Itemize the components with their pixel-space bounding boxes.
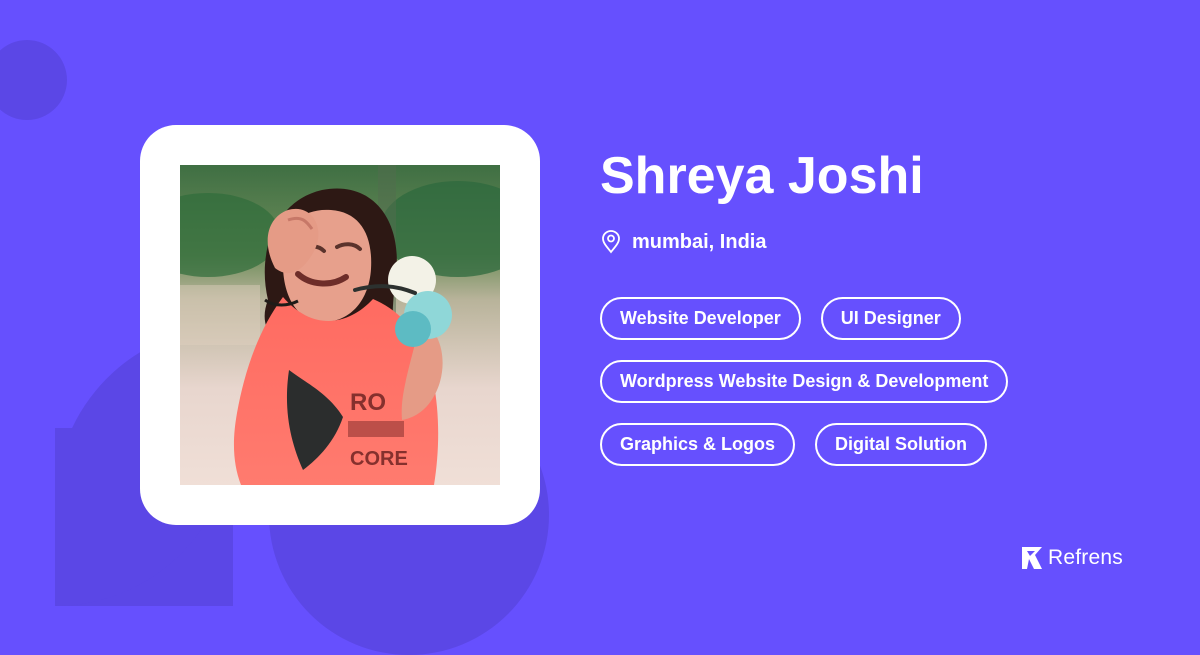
skill-pill-website-developer[interactable]: Website Developer (600, 297, 801, 340)
profile-name: Shreya Joshi (600, 147, 924, 205)
skill-pill-graphics-logos[interactable]: Graphics & Logos (600, 423, 796, 466)
brand-name: Refrens (1048, 546, 1123, 569)
refrens-brand[interactable]: Refrens (1020, 544, 1123, 572)
skill-pill-ui-designer[interactable]: UI Designer (820, 297, 961, 340)
svg-text:CORE: CORE (350, 448, 408, 470)
profile-photo-card: RO CORE (140, 125, 540, 525)
profile-photo: RO CORE (180, 165, 500, 485)
profile-location: mumbai, India (600, 228, 766, 256)
skill-pill-digital-solution[interactable]: Digital Solution (815, 423, 988, 466)
location-pin-icon (602, 230, 620, 254)
profile-photo-image: RO CORE (180, 165, 500, 485)
location-text: mumbai, India (632, 231, 767, 253)
skills-list: Website Developer UI Designer Wordpress … (600, 297, 1120, 486)
decorative-circle-top (0, 40, 67, 120)
skills-row-3: Graphics & Logos Digital Solution (600, 423, 1120, 466)
svg-text:RO: RO (350, 389, 386, 416)
skills-row-2: Wordpress Website Design & Development (600, 360, 1120, 403)
refrens-logo-icon (1022, 547, 1042, 569)
skill-pill-wordpress-design-development[interactable]: Wordpress Website Design & Development (600, 360, 1009, 403)
skills-row-1: Website Developer UI Designer (600, 297, 1120, 340)
